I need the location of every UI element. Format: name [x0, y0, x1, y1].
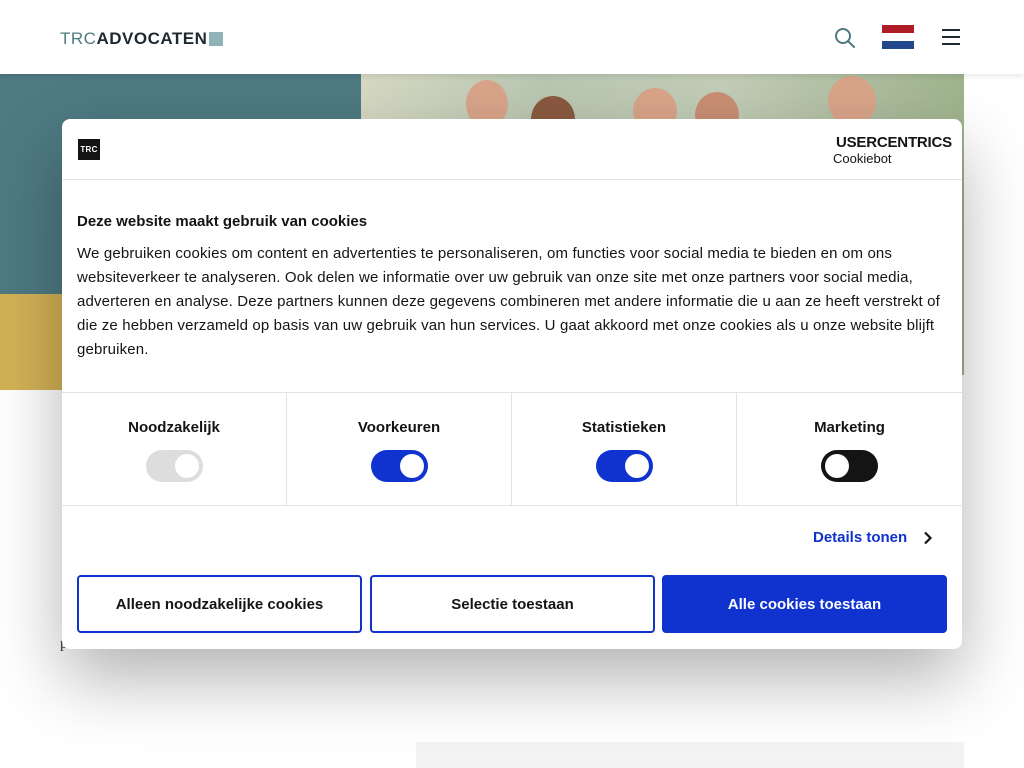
- marketing-toggle[interactable]: [821, 450, 878, 482]
- category-necessary: Noodzakelijk: [62, 393, 287, 505]
- cookie-category-row: Noodzakelijk Voorkeuren Statistieken Mar…: [62, 392, 962, 506]
- toggle-knob: [400, 454, 424, 478]
- hamburger-menu-icon[interactable]: [940, 27, 962, 47]
- dialog-header: TRC USERCENTRICS Cookiebot: [62, 119, 962, 180]
- statistics-toggle[interactable]: [596, 450, 653, 482]
- dialog-title: Deze website maakt gebruik van cookies: [77, 213, 368, 230]
- allow-all-button[interactable]: Alle cookies toestaan: [662, 575, 947, 633]
- logo-square-icon: [209, 32, 224, 46]
- netherlands-flag-icon[interactable]: [882, 25, 914, 49]
- cookiebot-brand-name: Cookiebot: [833, 151, 892, 166]
- site-logo-badge: TRC: [78, 139, 100, 160]
- trc-advocaten-logo[interactable]: TRC ADVOCATEN: [60, 29, 224, 49]
- toggle-knob: [175, 454, 199, 478]
- search-icon[interactable]: [833, 26, 857, 50]
- details-link-label: Details tonen: [813, 529, 908, 546]
- chevron-right-icon: [924, 531, 933, 544]
- necessary-only-button[interactable]: Alleen noodzakelijke cookies: [77, 575, 362, 633]
- category-statistics: Statistieken: [512, 393, 737, 505]
- logo-advocaten-text: ADVOCATEN: [96, 29, 208, 48]
- preferences-toggle[interactable]: [371, 450, 428, 482]
- category-marketing: Marketing: [737, 393, 962, 505]
- background-card: [416, 742, 964, 768]
- toggle-knob: [825, 454, 849, 478]
- site-header: TRC ADVOCATEN: [0, 0, 1024, 74]
- category-label: Voorkeuren: [357, 419, 441, 436]
- necessary-toggle: [146, 450, 203, 482]
- category-label: Statistieken: [581, 419, 667, 436]
- category-label: Noodzakelijk: [128, 419, 220, 436]
- dialog-description: We gebruiken cookies om content en adver…: [77, 245, 940, 358]
- details-toggle-link[interactable]: Details tonen: [813, 529, 933, 546]
- toggle-knob: [625, 454, 649, 478]
- logo-trc-text: TRC: [60, 29, 97, 48]
- allow-selection-button[interactable]: Selectie toestaan: [370, 575, 655, 633]
- category-preferences: Voorkeuren: [287, 393, 512, 505]
- category-label: Marketing: [814, 419, 885, 436]
- cookie-consent-dialog: TRC USERCENTRICS Cookiebot Deze website …: [62, 119, 962, 649]
- usercentrics-brand-name: USERCENTRICS: [836, 133, 952, 151]
- usercentrics-cookiebot-logo[interactable]: USERCENTRICS Cookiebot: [833, 133, 952, 167]
